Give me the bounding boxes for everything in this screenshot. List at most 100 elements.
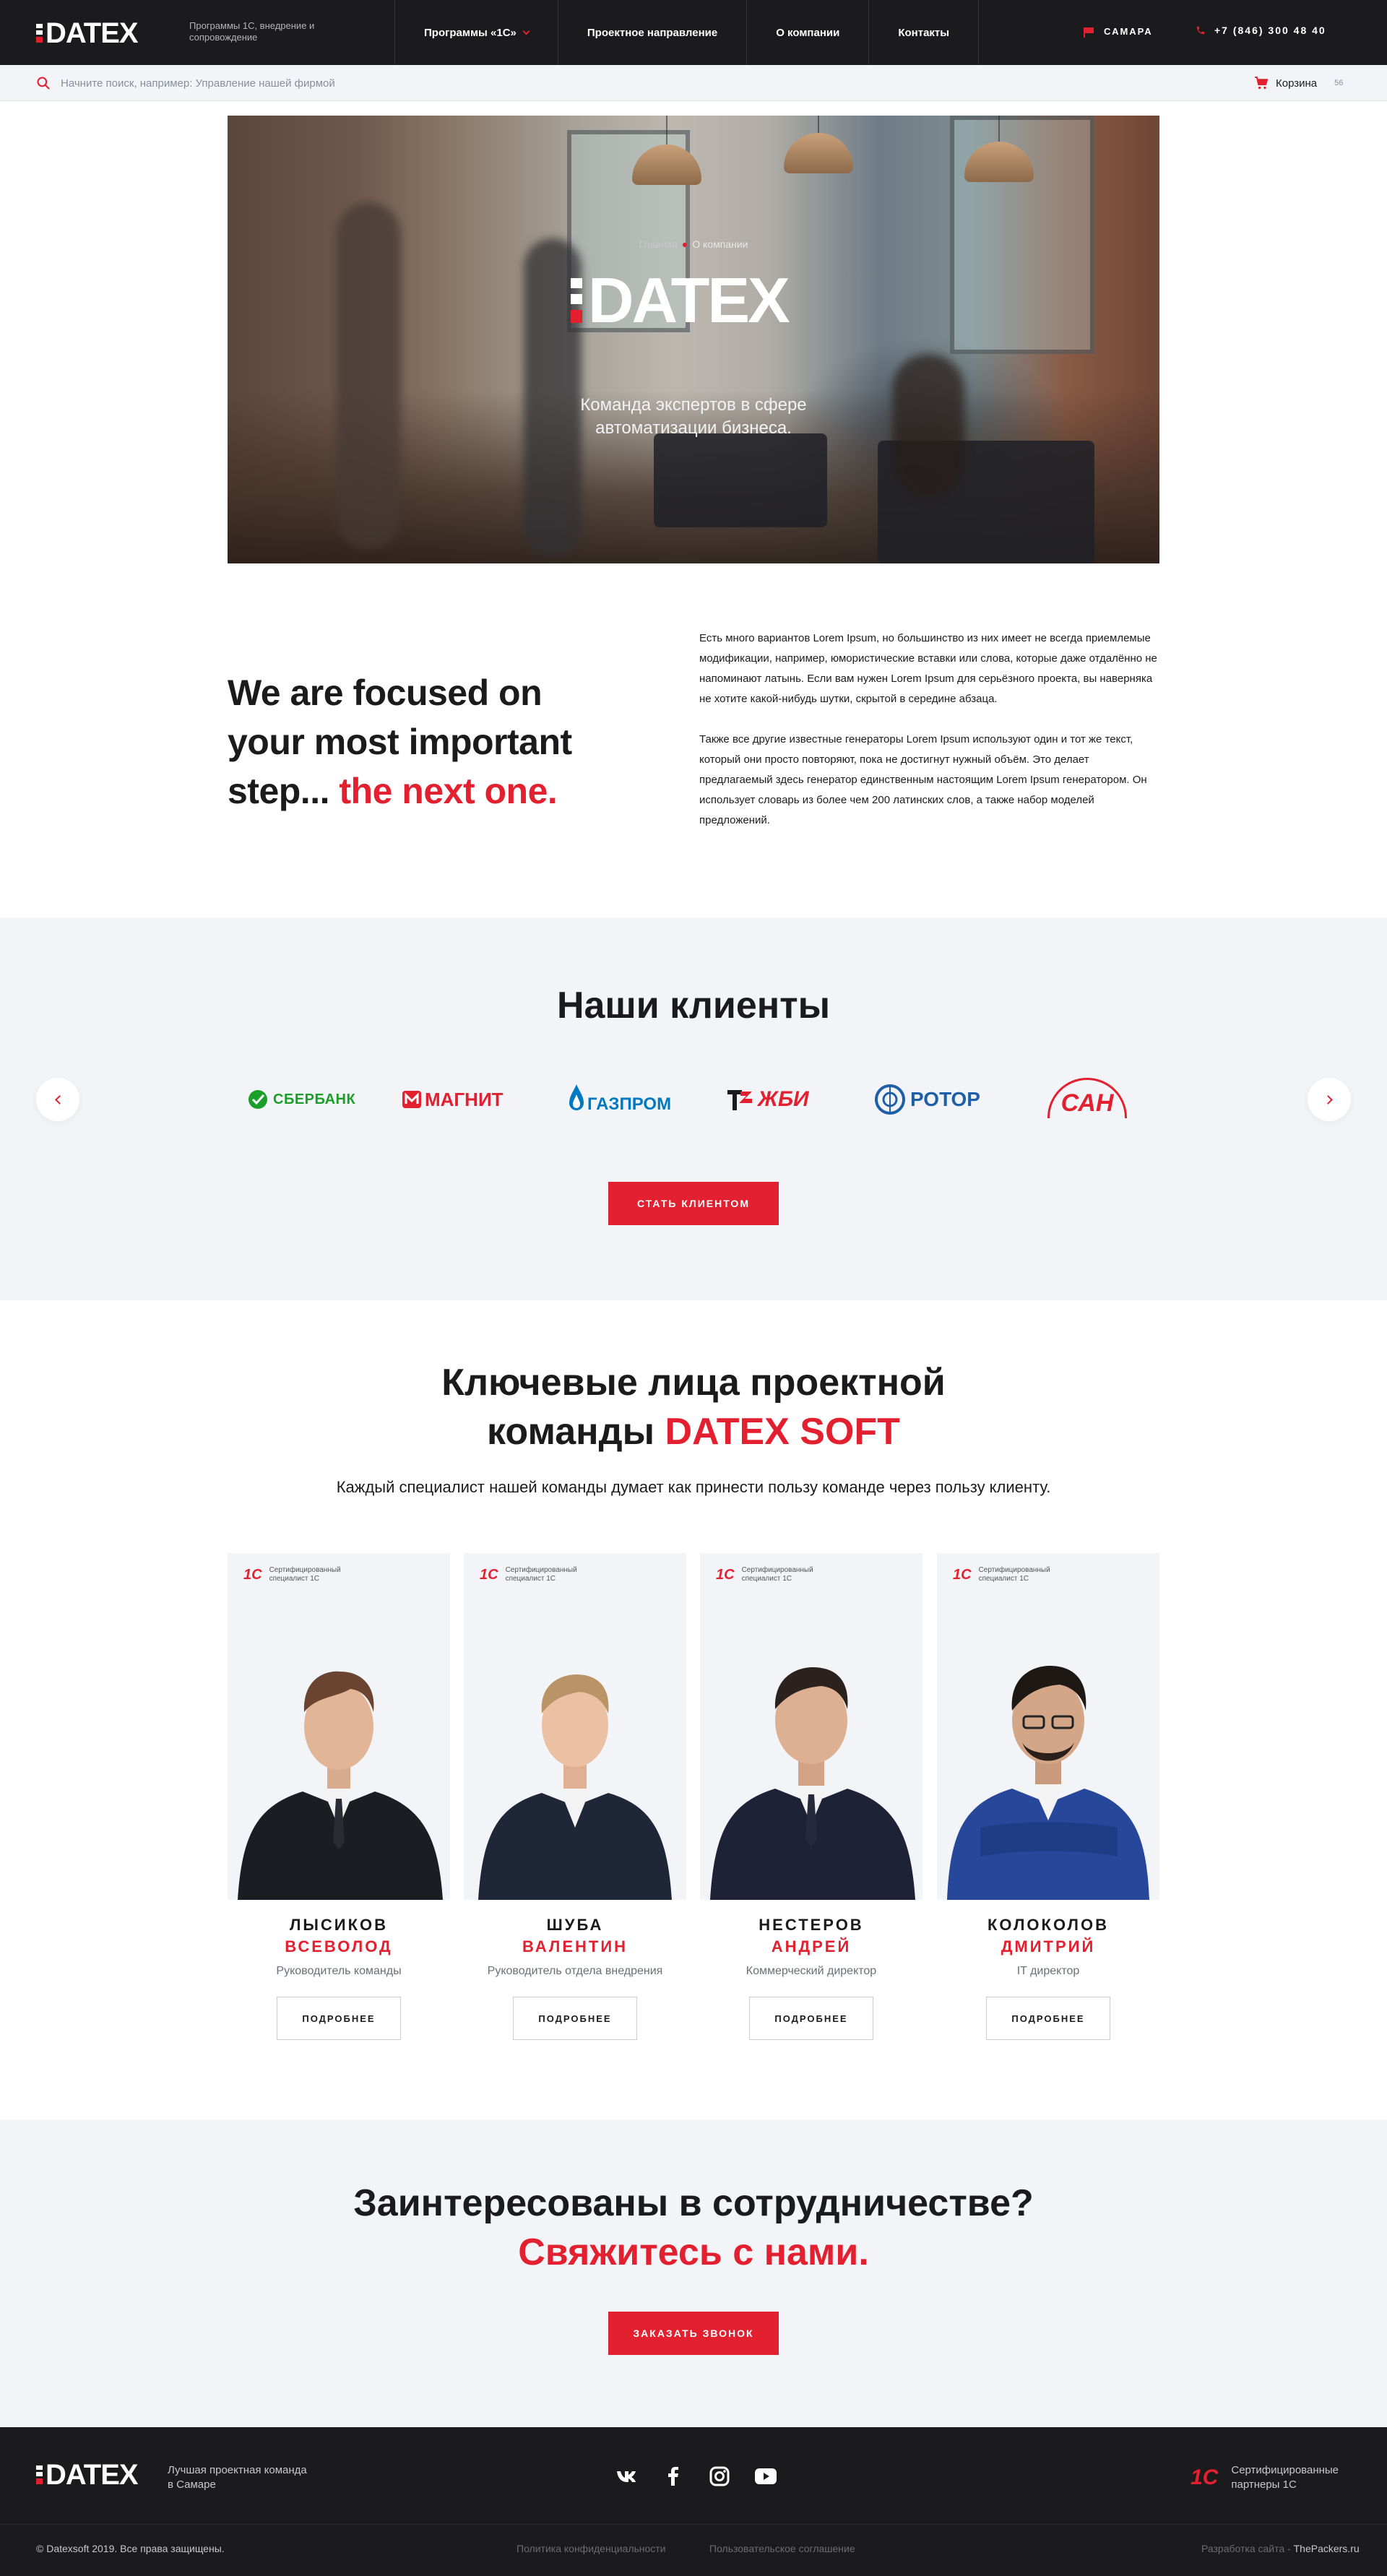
- team-card: 1С Сертифицированный специалист 1С КОЛОКО…: [937, 1553, 1159, 2040]
- team-subtitle: Каждый специалист нашей команды думает к…: [336, 1478, 1051, 1496]
- main-nav: Программы «1С» Проектное направление О к…: [394, 0, 980, 65]
- carousel-prev-button[interactable]: [36, 1078, 79, 1121]
- copyright-text: © Datexsoft 2019. Все права защищены.: [36, 2543, 225, 2554]
- privacy-link[interactable]: Политика конфиденциальности: [517, 2543, 666, 2554]
- client-logo-text: ЖБИ: [758, 1087, 809, 1111]
- about-paragraph: Также все другие известные генераторы Lo…: [699, 733, 1147, 826]
- team-card: 1С Сертифицированный специалист 1С НЕСТЕР…: [700, 1553, 922, 2040]
- client-logo-rotor[interactable]: РОТОР: [874, 1071, 980, 1128]
- member-surname: ШУБА: [546, 1916, 604, 1934]
- hero-subtitle: Команда экспертов в сфере автоматизации …: [228, 394, 1159, 440]
- client-logo-text: МАГНИТ: [425, 1088, 504, 1110]
- more-button[interactable]: ПОДРОБНЕЕ: [986, 1997, 1110, 2040]
- agreement-link[interactable]: Пользовательское соглашение: [709, 2543, 855, 2554]
- city-label: САМАРА: [1104, 26, 1153, 37]
- member-role: Коммерческий директор: [746, 1965, 877, 1977]
- developer-prefix: Разработка сайта -: [1201, 2543, 1291, 2554]
- client-logo-text: РОТОР: [910, 1088, 980, 1110]
- vk-icon[interactable]: [614, 2465, 640, 2488]
- phone-icon: [1196, 26, 1205, 35]
- more-button[interactable]: ПОДРОБНЕЕ: [749, 1997, 873, 2040]
- cta-heading: Заинтересованы в сотрудничестве? Свяжите…: [0, 2179, 1387, 2277]
- nav-label: О компании: [776, 26, 840, 39]
- youtube-icon[interactable]: [753, 2465, 779, 2488]
- team-heading-line: Ключевые лица проектной: [441, 1362, 946, 1404]
- hero-subtitle-line: Команда экспертов в сфере: [580, 395, 807, 415]
- client-logo-text: СБЕРБАНК: [273, 1091, 356, 1107]
- cert-text: Сертифицированный специалист 1С: [269, 1566, 341, 1583]
- nav-item-projects[interactable]: Проектное направление: [557, 0, 746, 65]
- logo-text: DATEX: [46, 2459, 139, 2491]
- nav-label: Программы «1С»: [424, 26, 517, 39]
- become-client-button[interactable]: СТАТЬ КЛИЕНТОМ: [608, 1182, 779, 1225]
- chevron-down-icon: [522, 27, 530, 35]
- hero-bg-sofa: [654, 433, 827, 527]
- chevron-right-icon: [1323, 1094, 1333, 1105]
- about-heading-line: your most important: [228, 722, 572, 762]
- member-surname: КОЛОКОЛОВ: [988, 1916, 1109, 1934]
- footer-logo[interactable]: DATEX: [36, 2459, 139, 2491]
- person-photo-icon: [710, 1667, 915, 1900]
- client-logo-sberbank[interactable]: СБЕРБАНК: [247, 1071, 355, 1128]
- search-icon[interactable]: [36, 76, 51, 90]
- site-logo[interactable]: DATEX: [36, 19, 139, 48]
- person-photo-icon: [238, 1671, 443, 1900]
- team-heading-accent: DATEX SOFT: [665, 1411, 900, 1453]
- breadcrumb: Главная ● О компании: [228, 238, 1159, 250]
- breadcrumb-separator-icon: ●: [681, 238, 688, 250]
- zhbi-icon: [727, 1090, 752, 1110]
- client-logo-zhbi[interactable]: ЖБИ: [726, 1071, 809, 1128]
- 1c-logo-icon: 1С: [716, 1567, 735, 1583]
- member-name: АНДРЕЙ: [771, 1937, 852, 1955]
- carousel-next-button[interactable]: [1308, 1078, 1351, 1121]
- member-name: ДМИТРИЙ: [1001, 1937, 1096, 1955]
- 1c-logo-icon: 1С: [1191, 2465, 1219, 2489]
- cart-count-badge: 56: [1334, 79, 1344, 87]
- about-heading-accent: the next one.: [339, 771, 558, 811]
- cert-text: Сертифицированный специалист 1С: [741, 1566, 813, 1583]
- 1c-logo-icon: 1С: [243, 1567, 262, 1583]
- member-name: ВСЕВОЛОД: [285, 1937, 393, 1955]
- cert-badge: 1С Сертифицированный специалист 1С: [480, 1566, 592, 1583]
- hero-bg-lamp: [784, 116, 853, 173]
- developer-link[interactable]: ThePackers.ru: [1294, 2543, 1360, 2554]
- more-button[interactable]: ПОДРОБНЕЕ: [277, 1997, 401, 2040]
- cart-label: Корзина: [1276, 77, 1318, 90]
- client-logo-san[interactable]: САН: [1046, 1071, 1128, 1128]
- person-photo-icon: [947, 1666, 1149, 1900]
- client-logos: СБЕРБАНК МАГНИТ ГАЗПРОМ ЖБИ РОТОР САН: [238, 1071, 1149, 1128]
- breadcrumb-home[interactable]: Главная: [639, 238, 678, 250]
- member-role: Руководитель команды: [276, 1965, 402, 1977]
- search-input[interactable]: [61, 74, 639, 92]
- member-role: IT директор: [1016, 1965, 1080, 1977]
- nav-item-contacts[interactable]: Контакты: [868, 0, 980, 65]
- partner-text: Сертифицированные партнеры 1С: [1231, 2464, 1339, 2491]
- instagram-icon[interactable]: [707, 2465, 733, 2488]
- footer-tagline: Лучшая проектная команда в Самаре: [168, 2464, 307, 2491]
- breadcrumb-current: О компании: [692, 238, 748, 250]
- team-card: 1С Сертифицированный специалист 1С ЛЫСИКО…: [228, 1553, 450, 2040]
- cta-heading-line: Заинтересованы в сотрудничестве?: [353, 2182, 1034, 2224]
- client-logo-gazprom[interactable]: ГАЗПРОМ: [567, 1071, 671, 1128]
- logo-mark-icon: [36, 24, 43, 43]
- city-selector[interactable]: САМАРА: [1084, 26, 1153, 38]
- phone-link[interactable]: +7 (846) 300 48 40: [1196, 25, 1326, 36]
- phone-number: +7 (846) 300 48 40: [1214, 25, 1326, 36]
- more-button[interactable]: ПОДРОБНЕЕ: [513, 1997, 637, 2040]
- client-logo-magnit[interactable]: МАГНИТ: [402, 1071, 504, 1128]
- order-call-button[interactable]: ЗАКАЗАТЬ ЗВОНОК: [608, 2312, 779, 2355]
- nav-item-about[interactable]: О компании: [746, 0, 868, 65]
- facebook-icon[interactable]: [660, 2465, 686, 2488]
- hero-logo: DATEX: [571, 269, 790, 332]
- cert-badge: 1С Сертифицированный специалист 1С: [953, 1566, 1066, 1583]
- cart-link[interactable]: Корзина 56: [1254, 77, 1343, 90]
- nav-item-programs[interactable]: Программы «1С»: [394, 0, 558, 65]
- 1c-logo-icon: 1С: [953, 1567, 972, 1583]
- about-heading: We are focused on your most important st…: [228, 668, 690, 816]
- member-surname: НЕСТЕРОВ: [759, 1916, 864, 1934]
- cert-badge: 1С Сертифицированный специалист 1С: [716, 1566, 829, 1583]
- hero-bg-figure: [336, 202, 401, 549]
- cert-text: Сертифицированный специалист 1С: [978, 1566, 1050, 1583]
- san-logo-mark: САН: [1046, 1076, 1128, 1123]
- team-photo: 1С Сертифицированный специалист 1С: [464, 1553, 686, 1900]
